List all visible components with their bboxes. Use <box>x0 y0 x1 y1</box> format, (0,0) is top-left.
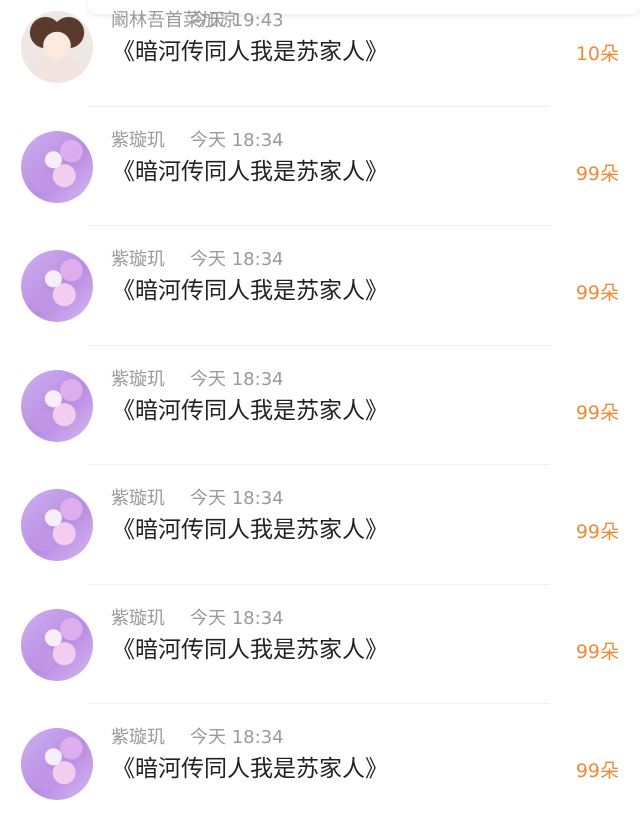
message-text: 《暗河传同人我是苏家人》 <box>112 278 388 304</box>
username[interactable]: 紫璇玑 <box>111 607 165 631</box>
list-item[interactable]: 紫璇玑 今天 18:34 《暗河传同人我是苏家人》 99朵 <box>0 346 640 465</box>
message-text: 《暗河传同人我是苏家人》 <box>112 158 388 185</box>
username[interactable]: 紫璇玑 <box>111 129 165 153</box>
avatar[interactable] <box>21 130 93 203</box>
timestamp: 今天 18:34 <box>190 488 284 509</box>
list-item[interactable]: 阚林吾首菜加凉 今天 19:43 《暗河传同人我是苏家人》 10朵 <box>0 0 640 107</box>
gift-count: 99朵 <box>575 760 619 782</box>
gift-count: 99朵 <box>575 640 619 663</box>
timestamp: 今天 18:34 <box>190 129 284 151</box>
gift-count: 10朵 <box>575 43 619 65</box>
message-text: 《暗河传同人我是苏家人》 <box>112 756 388 782</box>
timestamp: 今天 18:34 <box>190 727 284 748</box>
gift-count: 99朵 <box>575 401 619 424</box>
message-text: 《暗河传同人我是苏家人》 <box>112 39 388 65</box>
username[interactable]: 紫璇玑 <box>111 368 165 392</box>
message-text: 《暗河传同人我是苏家人》 <box>112 636 388 663</box>
avatar[interactable] <box>21 250 93 322</box>
timestamp: 今天 18:34 <box>190 249 284 270</box>
list-item[interactable]: 紫璇玑 今天 18:34 《暗河传同人我是苏家人》 99朵 <box>0 465 640 585</box>
avatar[interactable] <box>21 11 93 83</box>
gift-count: 99朵 <box>575 282 619 304</box>
timestamp: 今天 18:34 <box>190 607 284 629</box>
list-item[interactable]: 紫璇玑 今天 18:34 《暗河传同人我是苏家人》 99朵 <box>0 107 640 226</box>
gift-count: 99朵 <box>575 162 619 185</box>
list-item[interactable]: 紫璇玑 今天 18:34 《暗河传同人我是苏家人》 99朵 <box>0 226 640 346</box>
avatar[interactable] <box>21 369 93 442</box>
username[interactable]: 紫璇玑 <box>111 248 165 272</box>
avatar[interactable] <box>21 608 93 681</box>
avatar[interactable] <box>21 489 93 561</box>
gift-count: 99朵 <box>575 521 619 543</box>
gift-list: 阚林吾首菜加凉 今天 19:43 《暗河传同人我是苏家人》 10朵 紫璇玑 今天… <box>0 0 640 824</box>
avatar[interactable] <box>21 728 93 800</box>
username[interactable]: 紫璇玑 <box>111 726 165 750</box>
timestamp: 今天 18:34 <box>190 368 284 390</box>
message-text: 《暗河传同人我是苏家人》 <box>112 517 388 543</box>
list-item[interactable]: 紫璇玑 今天 18:34 《暗河传同人我是苏家人》 99朵 <box>0 585 640 704</box>
timestamp: 今天 19:43 <box>190 10 284 31</box>
username[interactable]: 紫璇玑 <box>111 487 165 511</box>
message-text: 《暗河传同人我是苏家人》 <box>112 397 388 424</box>
